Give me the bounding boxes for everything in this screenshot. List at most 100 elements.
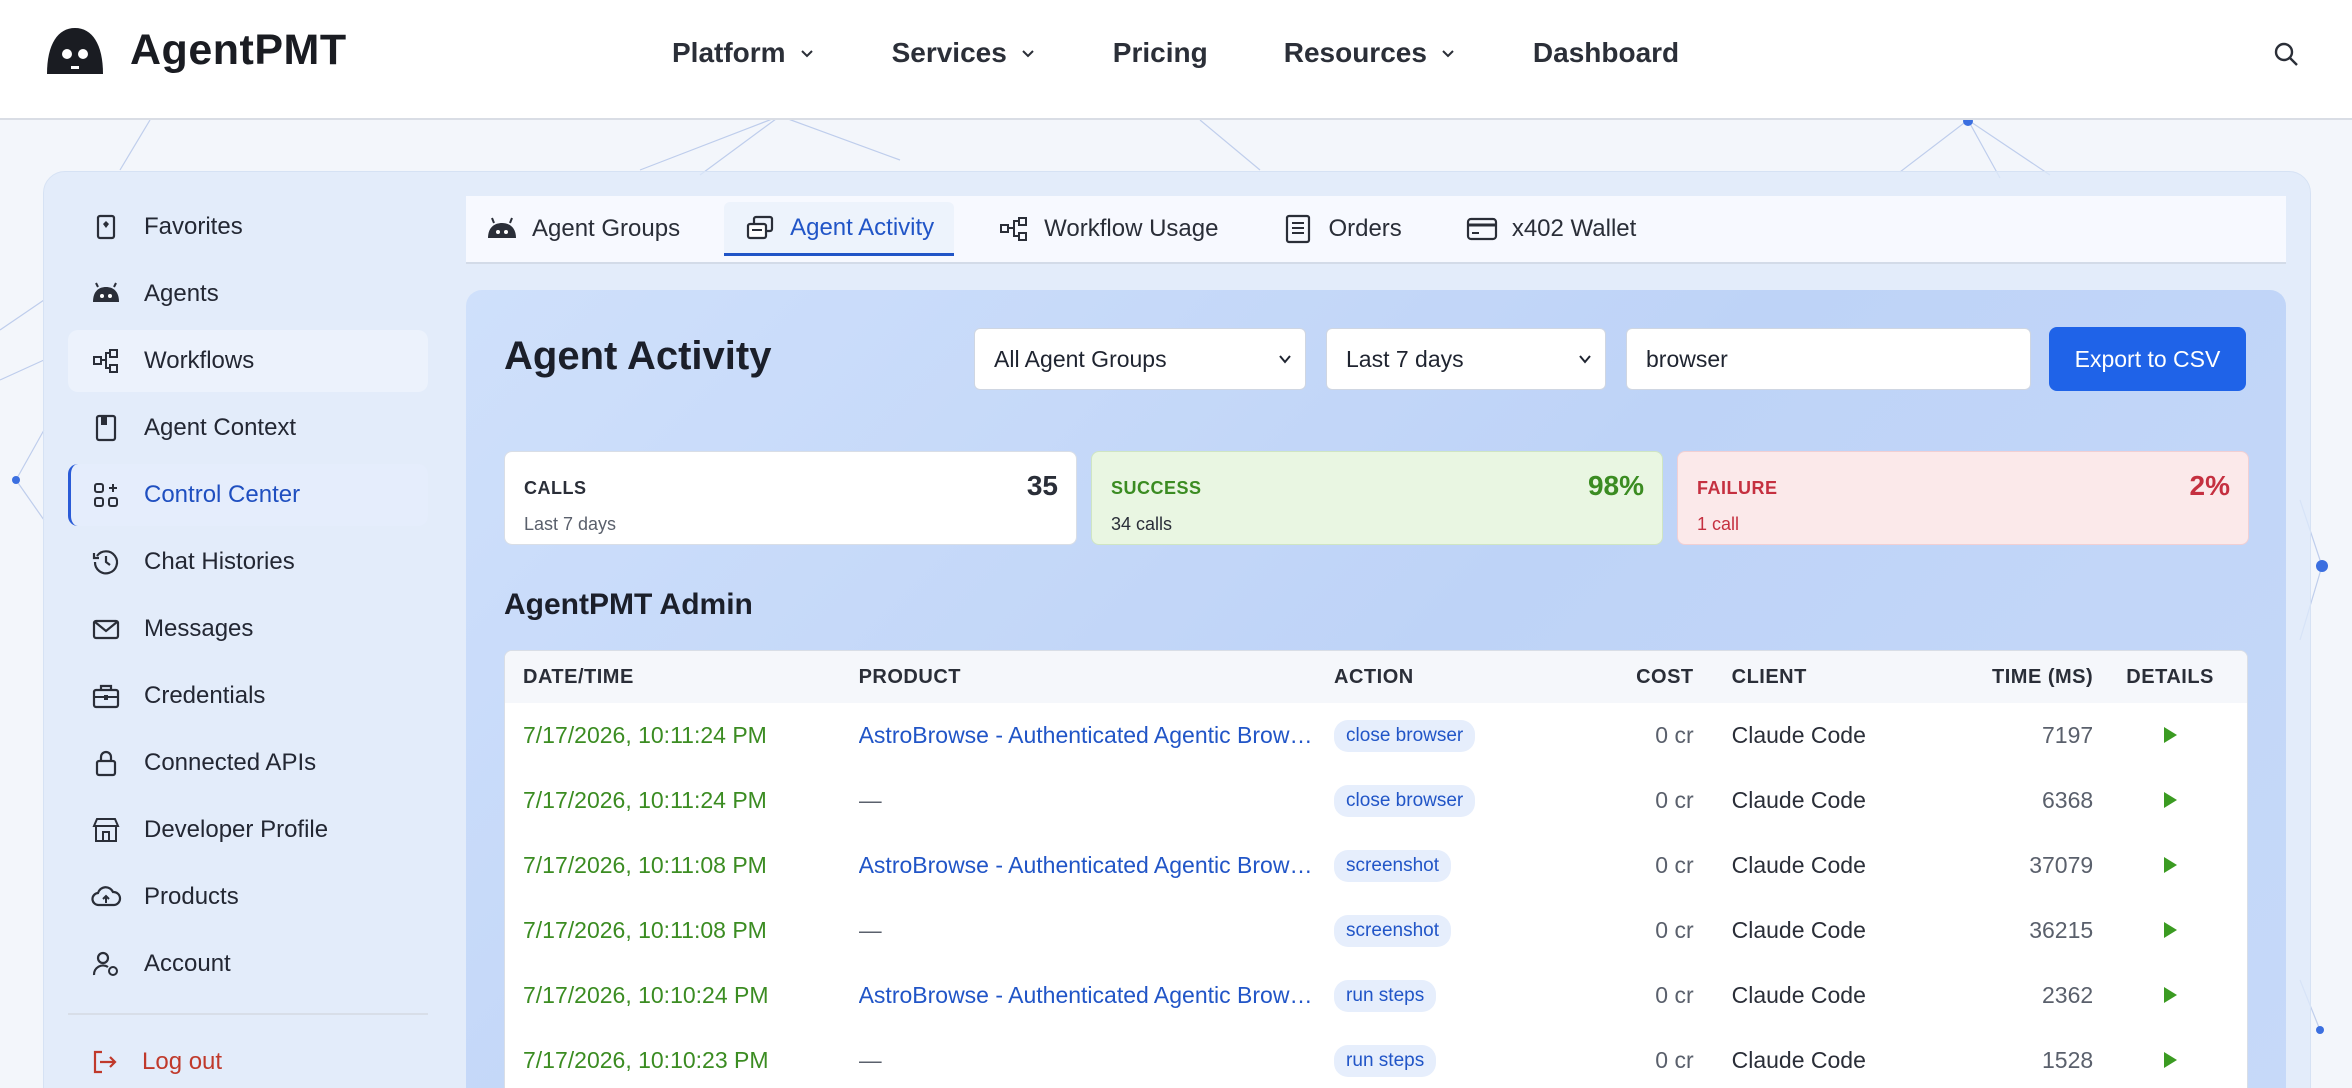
- sidebar-item-account[interactable]: Account: [68, 933, 428, 995]
- cell-product-link[interactable]: AstroBrowse - Authenticated Agentic Brow…: [859, 982, 1334, 1009]
- cell-product-link[interactable]: AstroBrowse - Authenticated Agentic Brow…: [859, 852, 1334, 879]
- cell-product-link[interactable]: AstroBrowse - Authenticated Agentic Brow…: [859, 722, 1334, 749]
- table-row[interactable]: 7/17/2026, 10:11:24 PM — close browser 0…: [505, 768, 2247, 833]
- bookmark-icon: [96, 214, 116, 240]
- sidebar-item-workflows[interactable]: Workflows: [68, 330, 428, 392]
- sidebar-item-agent-context[interactable]: Agent Context: [68, 397, 428, 459]
- action-badge: close browser: [1334, 719, 1476, 752]
- agent-group-select-value: All Agent Groups: [994, 345, 1167, 372]
- expand-details-icon[interactable]: [2163, 857, 2177, 873]
- nav-platform[interactable]: Platform: [672, 30, 816, 76]
- sidebar-item-label: Connected APIs: [144, 749, 317, 776]
- nav-services[interactable]: Services: [892, 30, 1037, 76]
- agent-activity-panel: Agent Activity All Agent Groups Last 7 d…: [466, 290, 2286, 1088]
- sidebar-item-products[interactable]: Products: [68, 866, 428, 928]
- workflow-icon: [93, 349, 118, 373]
- sidebar-item-chat-histories[interactable]: Chat Histories: [68, 531, 428, 593]
- date-range-select[interactable]: Last 7 days: [1326, 328, 1606, 390]
- table-header-row: DATE/TIME PRODUCT ACTION COST CLIENT TIM…: [505, 651, 2247, 703]
- cell-time: 6368: [2042, 787, 2094, 813]
- tab-agent-groups[interactable]: Agent Groups: [466, 202, 700, 256]
- sidebar-item-agents[interactable]: Agents: [68, 263, 428, 325]
- nav-services-label: Services: [891, 37, 1007, 68]
- briefcase-icon: [92, 684, 120, 709]
- nav-dashboard[interactable]: Dashboard: [1533, 30, 1679, 76]
- workflow-icon: [1000, 217, 1028, 241]
- sidebar-item-label: Agent Context: [144, 414, 297, 441]
- top-navigation-bar: AgentPMT Platform Services Pricing Resou…: [0, 0, 2352, 120]
- expand-details-icon[interactable]: [2163, 792, 2177, 808]
- cell-time: 37079: [2029, 852, 2094, 878]
- tab-label: Agent Activity: [790, 213, 935, 241]
- logout-button[interactable]: Log out: [68, 1031, 428, 1088]
- table-row[interactable]: 7/17/2026, 10:11:08 PM AstroBrowse - Aut…: [505, 833, 2247, 898]
- sidebar-item-favorites[interactable]: Favorites: [68, 196, 428, 258]
- sidebar-item-label: Agents: [144, 280, 219, 307]
- tab-label: Agent Groups: [532, 215, 681, 242]
- table-row[interactable]: 7/17/2026, 10:11:24 PM AstroBrowse - Aut…: [505, 703, 2247, 768]
- expand-details-icon[interactable]: [2163, 922, 2177, 938]
- cell-cost: 0 cr: [1655, 722, 1694, 748]
- sidebar-item-control-center[interactable]: Control Center: [68, 464, 428, 526]
- cell-cost: 0 cr: [1655, 917, 1694, 943]
- sidebar-item-messages[interactable]: Messages: [68, 598, 428, 660]
- sidebar-item-developer-profile[interactable]: Developer Profile: [68, 799, 428, 861]
- stat-success-label: SUCCESS: [1111, 478, 1202, 498]
- column-header-cost[interactable]: COST: [1584, 666, 1694, 689]
- tab-agent-activity[interactable]: Agent Activity: [724, 202, 955, 256]
- sidebar-item-label: Products: [144, 883, 239, 910]
- action-badge: run steps: [1334, 1044, 1437, 1077]
- cell-product: —: [858, 787, 882, 813]
- cell-time: 36215: [2029, 917, 2094, 943]
- cell-cost: 0 cr: [1655, 1047, 1694, 1073]
- cell-time: 1528: [2042, 1047, 2094, 1073]
- sidebar-item-label: Workflows: [144, 347, 255, 374]
- expand-details-icon[interactable]: [2163, 987, 2177, 1003]
- brand-logo[interactable]: AgentPMT: [44, 22, 347, 78]
- tab-workflow-usage[interactable]: Workflow Usage: [978, 202, 1238, 256]
- cell-cost: 0 cr: [1655, 787, 1694, 813]
- sidebar-item-credentials[interactable]: Credentials: [68, 665, 428, 727]
- column-header-action[interactable]: ACTION: [1334, 666, 1584, 689]
- stat-card-success: SUCCESS 34 calls 98%: [1091, 451, 1663, 545]
- activity-search-input[interactable]: [1626, 328, 2031, 390]
- nav-platform-label: Platform: [672, 37, 786, 68]
- column-header-date[interactable]: DATE/TIME: [505, 666, 859, 689]
- cell-date: 7/17/2026, 10:11:24 PM: [523, 787, 767, 813]
- expand-details-icon[interactable]: [2163, 1052, 2177, 1068]
- search-icon[interactable]: [2270, 38, 2304, 72]
- table-row[interactable]: 7/17/2026, 10:11:08 PM — screenshot 0 cr…: [505, 898, 2247, 963]
- nav-dashboard-label: Dashboard: [1532, 37, 1680, 68]
- tab-label: Orders: [1328, 215, 1402, 242]
- chevron-down-icon: [1022, 50, 1034, 58]
- grid-icon: [94, 483, 118, 507]
- sidebar-item-label: Favorites: [144, 213, 243, 240]
- activity-icon: [746, 215, 774, 239]
- sidebar-divider: [68, 1013, 428, 1015]
- cloud-upload-icon: [91, 886, 122, 907]
- tab-x402-wallet[interactable]: x402 Wallet: [1446, 202, 1657, 256]
- stat-success-value: 98%: [1587, 470, 1644, 501]
- chevron-down-icon: [1579, 355, 1591, 364]
- column-header-time[interactable]: TIME (MS): [1953, 666, 2093, 689]
- column-header-product[interactable]: PRODUCT: [859, 666, 1334, 689]
- sidebar-item-label: Control Center: [144, 481, 301, 508]
- stat-success-sub: 34 calls: [1111, 514, 1173, 534]
- cell-client: Claude Code: [1731, 917, 1866, 943]
- expand-details-icon[interactable]: [2163, 727, 2177, 743]
- export-csv-button[interactable]: Export to CSV: [2049, 327, 2246, 391]
- nav-pricing-label: Pricing: [1112, 37, 1208, 68]
- column-header-client[interactable]: CLIENT: [1694, 666, 1954, 689]
- table-row[interactable]: 7/17/2026, 10:10:24 PM AstroBrowse - Aut…: [505, 963, 2247, 1028]
- nav-pricing[interactable]: Pricing: [1113, 30, 1208, 76]
- sidebar-item-connected-apis[interactable]: Connected APIs: [68, 732, 428, 794]
- table-row[interactable]: 7/17/2026, 10:10:23 PM — run steps 0 cr …: [505, 1028, 2247, 1088]
- sidebar-item-label: Account: [144, 950, 231, 977]
- agent-group-select[interactable]: All Agent Groups: [974, 328, 1306, 390]
- tab-orders[interactable]: Orders: [1262, 202, 1421, 256]
- nav-resources[interactable]: Resources: [1284, 30, 1457, 76]
- cell-client: Claude Code: [1731, 852, 1866, 878]
- main-nav: Platform Services Pricing Resources Dash…: [672, 30, 1755, 76]
- receipt-icon: [1286, 214, 1311, 244]
- sidebar: Favorites Agents Workflows Agent Context…: [68, 196, 428, 1088]
